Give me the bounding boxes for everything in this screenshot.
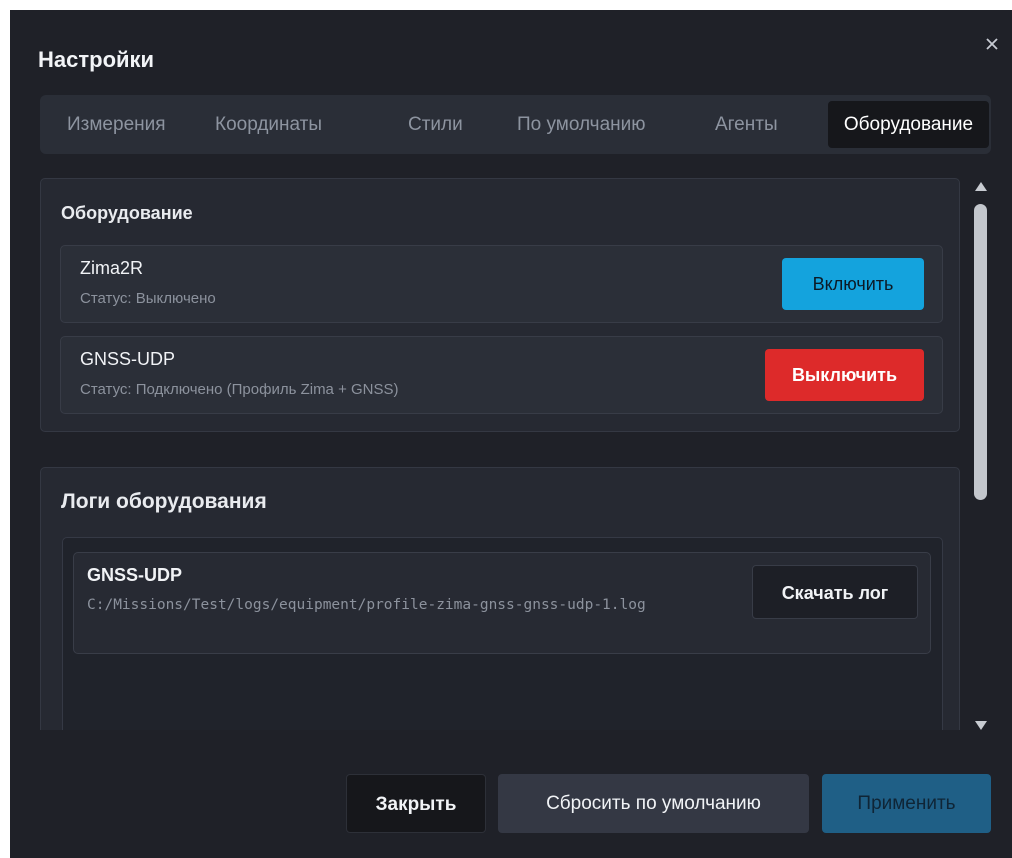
equipment-card: Оборудование Zima2R Статус: Выключено Вк…	[40, 178, 960, 432]
apply-button[interactable]: Применить	[822, 774, 991, 833]
tab-agents[interactable]: Агенты	[715, 101, 778, 148]
tab-bar: Измерения Координаты Стили По умолчанию …	[40, 95, 991, 154]
vertical-scrollbar[interactable]	[972, 180, 991, 732]
reset-defaults-button[interactable]: Сбросить по умолчанию	[498, 774, 809, 833]
disable-button[interactable]: Выключить	[765, 349, 924, 401]
equipment-logs-card: Логи оборудования GNSS-UDP C:/Missions/T…	[40, 467, 960, 730]
log-file-path: C:/Missions/Test/logs/equipment/profile-…	[87, 597, 646, 613]
device-status: Статус: Подключено (Профиль Zima + GNSS)	[80, 381, 399, 398]
settings-dialog: Настройки Измерения Координаты Стили По …	[10, 10, 1012, 858]
device-status: Статус: Выключено	[80, 290, 216, 307]
tab-measurements[interactable]: Измерения	[67, 101, 166, 148]
tab-styles[interactable]: Стили	[408, 101, 463, 148]
tab-equipment[interactable]: Оборудование	[828, 101, 989, 148]
device-name: GNSS-UDP	[80, 349, 176, 369]
dialog-title: Настройки	[38, 47, 155, 72]
scroll-up-arrow-icon[interactable]	[975, 182, 987, 191]
scroll-down-arrow-icon[interactable]	[975, 721, 987, 730]
device-name: Zima2R	[80, 258, 144, 278]
device-row: Zima2R Статус: Выключено Включить	[60, 245, 943, 323]
scrollbar-thumb[interactable]	[974, 204, 987, 500]
equipment-section-title: Оборудование	[61, 203, 193, 223]
logs-section-title: Логи оборудования	[61, 490, 267, 513]
log-device-name: GNSS-UDP	[87, 565, 183, 585]
enable-button[interactable]: Включить	[782, 258, 924, 310]
settings-scroll-area[interactable]: Оборудование Zima2R Статус: Выключено Вк…	[40, 178, 960, 730]
log-list: GNSS-UDP C:/Missions/Test/logs/equipment…	[62, 537, 943, 730]
tab-coordinates[interactable]: Координаты	[215, 101, 322, 148]
download-log-button[interactable]: Скачать лог	[752, 565, 918, 619]
close-icon[interactable]	[984, 36, 1000, 52]
device-row: GNSS-UDP Статус: Подключено (Профиль Zim…	[60, 336, 943, 414]
tab-defaults[interactable]: По умолчанию	[517, 101, 646, 148]
log-entry: GNSS-UDP C:/Missions/Test/logs/equipment…	[73, 552, 931, 654]
close-button[interactable]: Закрыть	[346, 774, 486, 833]
